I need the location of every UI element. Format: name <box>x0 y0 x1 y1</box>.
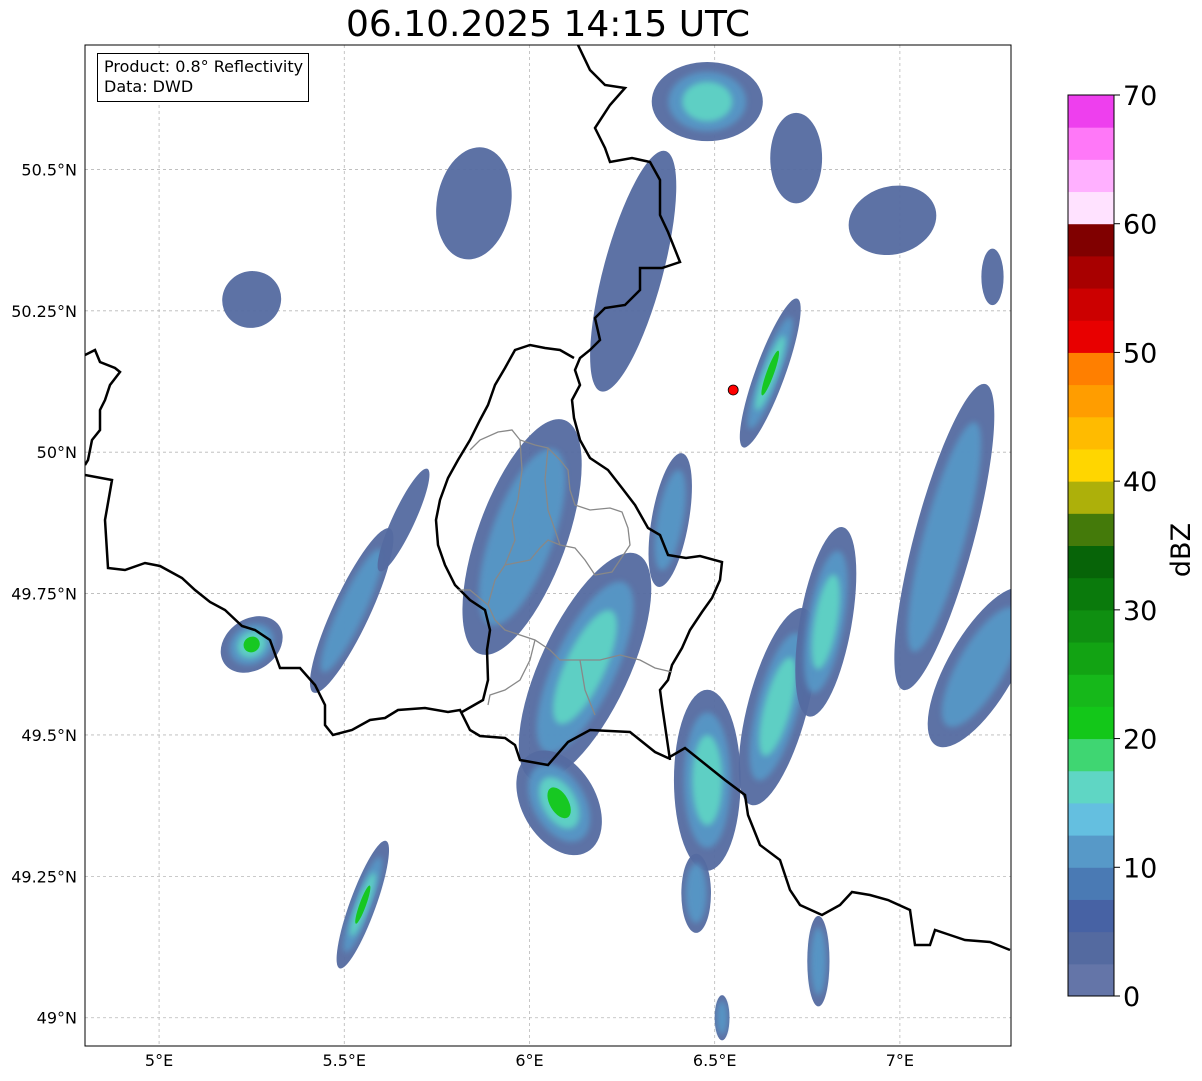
colorbar-segment <box>1068 770 1114 804</box>
colorbar-segment <box>1068 384 1114 418</box>
rain-cell <box>770 112 823 204</box>
data-source-label: Data: DWD <box>104 77 194 96</box>
rain-cell-outer <box>981 248 1004 306</box>
rain-cell <box>651 61 763 142</box>
radar-site-marker <box>727 384 739 396</box>
colorbar-segment <box>1068 352 1114 386</box>
colorbar-segment <box>1068 835 1114 868</box>
rain-cell-mid <box>716 1000 728 1035</box>
lon-tick-label: 5.5°E <box>322 1051 366 1070</box>
colorbar-segment <box>1068 609 1114 643</box>
colorbar-segment <box>1068 288 1114 321</box>
colorbar-segment <box>1068 320 1114 353</box>
colorbar <box>1067 94 1115 997</box>
colorbar-tick-label: 50 <box>1123 338 1157 369</box>
colorbar-segment <box>1068 802 1114 836</box>
colorbar-ticks: 0 10 20 30 40 50 60 70 <box>1114 81 1157 1013</box>
lat-tick-label: 50°N <box>37 443 77 462</box>
lat-tick-label: 50.5°N <box>21 160 77 179</box>
colorbar-segment <box>1068 963 1114 997</box>
colorbar-segment <box>1068 674 1114 707</box>
colorbar-tick-label: 60 <box>1123 210 1157 241</box>
rain-cell-inner <box>692 734 723 826</box>
colorbar-segment <box>1068 223 1114 257</box>
colorbar-segment <box>1068 642 1114 675</box>
rain-cell-outer <box>770 112 823 204</box>
colorbar-tick-label: 0 <box>1123 982 1140 1013</box>
colorbar-segment <box>1068 899 1114 933</box>
colorbar-segment <box>1068 191 1114 225</box>
product-label: Product: 0.8° Reflectivity <box>104 57 304 76</box>
colorbar-segment <box>1068 545 1114 579</box>
lon-tick-label: 5°E <box>145 1051 173 1070</box>
colorbar-tick-label: 20 <box>1123 725 1157 756</box>
lat-tick-label: 49.5°N <box>21 726 77 745</box>
colorbar-segment <box>1068 931 1114 965</box>
colorbar-segment <box>1068 416 1114 450</box>
radar-site-dot <box>727 384 739 396</box>
colorbar-tick-label: 30 <box>1123 596 1157 627</box>
colorbar-segment <box>1068 481 1114 514</box>
rain-cell <box>714 995 730 1041</box>
rain-cell <box>673 689 741 871</box>
colorbar-segment <box>1068 448 1114 482</box>
radar-map: 5°E 5.5°E 6°E 6.5°E 7°E 49°N 49.25°N 49.5°N 49.7… <box>11 44 1157 1070</box>
colorbar-tick-label: 40 <box>1123 467 1157 498</box>
colorbar-segment <box>1068 738 1114 772</box>
colorbar-tick-label: 70 <box>1123 81 1157 112</box>
lat-tick-label: 49.75°N <box>11 585 77 604</box>
colorbar-segment <box>1068 706 1114 740</box>
colorbar-unit-label: dBZ <box>1166 523 1197 577</box>
colorbar-segment <box>1068 513 1114 546</box>
rain-cell-mid <box>685 863 707 923</box>
lon-tick-label: 7°E <box>886 1051 914 1070</box>
rain-cell <box>681 853 711 933</box>
colorbar-segment <box>1068 127 1114 160</box>
rain-cell <box>807 915 830 1007</box>
lat-tick-label: 50.25°N <box>11 302 77 321</box>
rain-cell-inner <box>682 81 733 122</box>
lat-tick-label: 49.25°N <box>11 867 77 886</box>
colorbar-segment <box>1068 95 1114 128</box>
colorbar-tick-label: 10 <box>1123 853 1157 884</box>
lon-tick-label: 6°E <box>515 1051 543 1070</box>
colorbar-label: dBZ <box>1166 523 1197 577</box>
colorbar-segment <box>1068 255 1114 289</box>
colorbar-segment <box>1068 577 1114 611</box>
colorbar-segment <box>1068 159 1114 193</box>
colorbar-segment <box>1068 867 1114 900</box>
lat-tick-label: 49°N <box>37 1009 77 1028</box>
rain-cell <box>981 248 1004 306</box>
lon-tick-label: 6.5°E <box>693 1051 737 1070</box>
rain-cell-mid <box>810 927 827 996</box>
product-info-box: Product: 0.8° Reflectivity Data: DWD <box>97 53 310 102</box>
